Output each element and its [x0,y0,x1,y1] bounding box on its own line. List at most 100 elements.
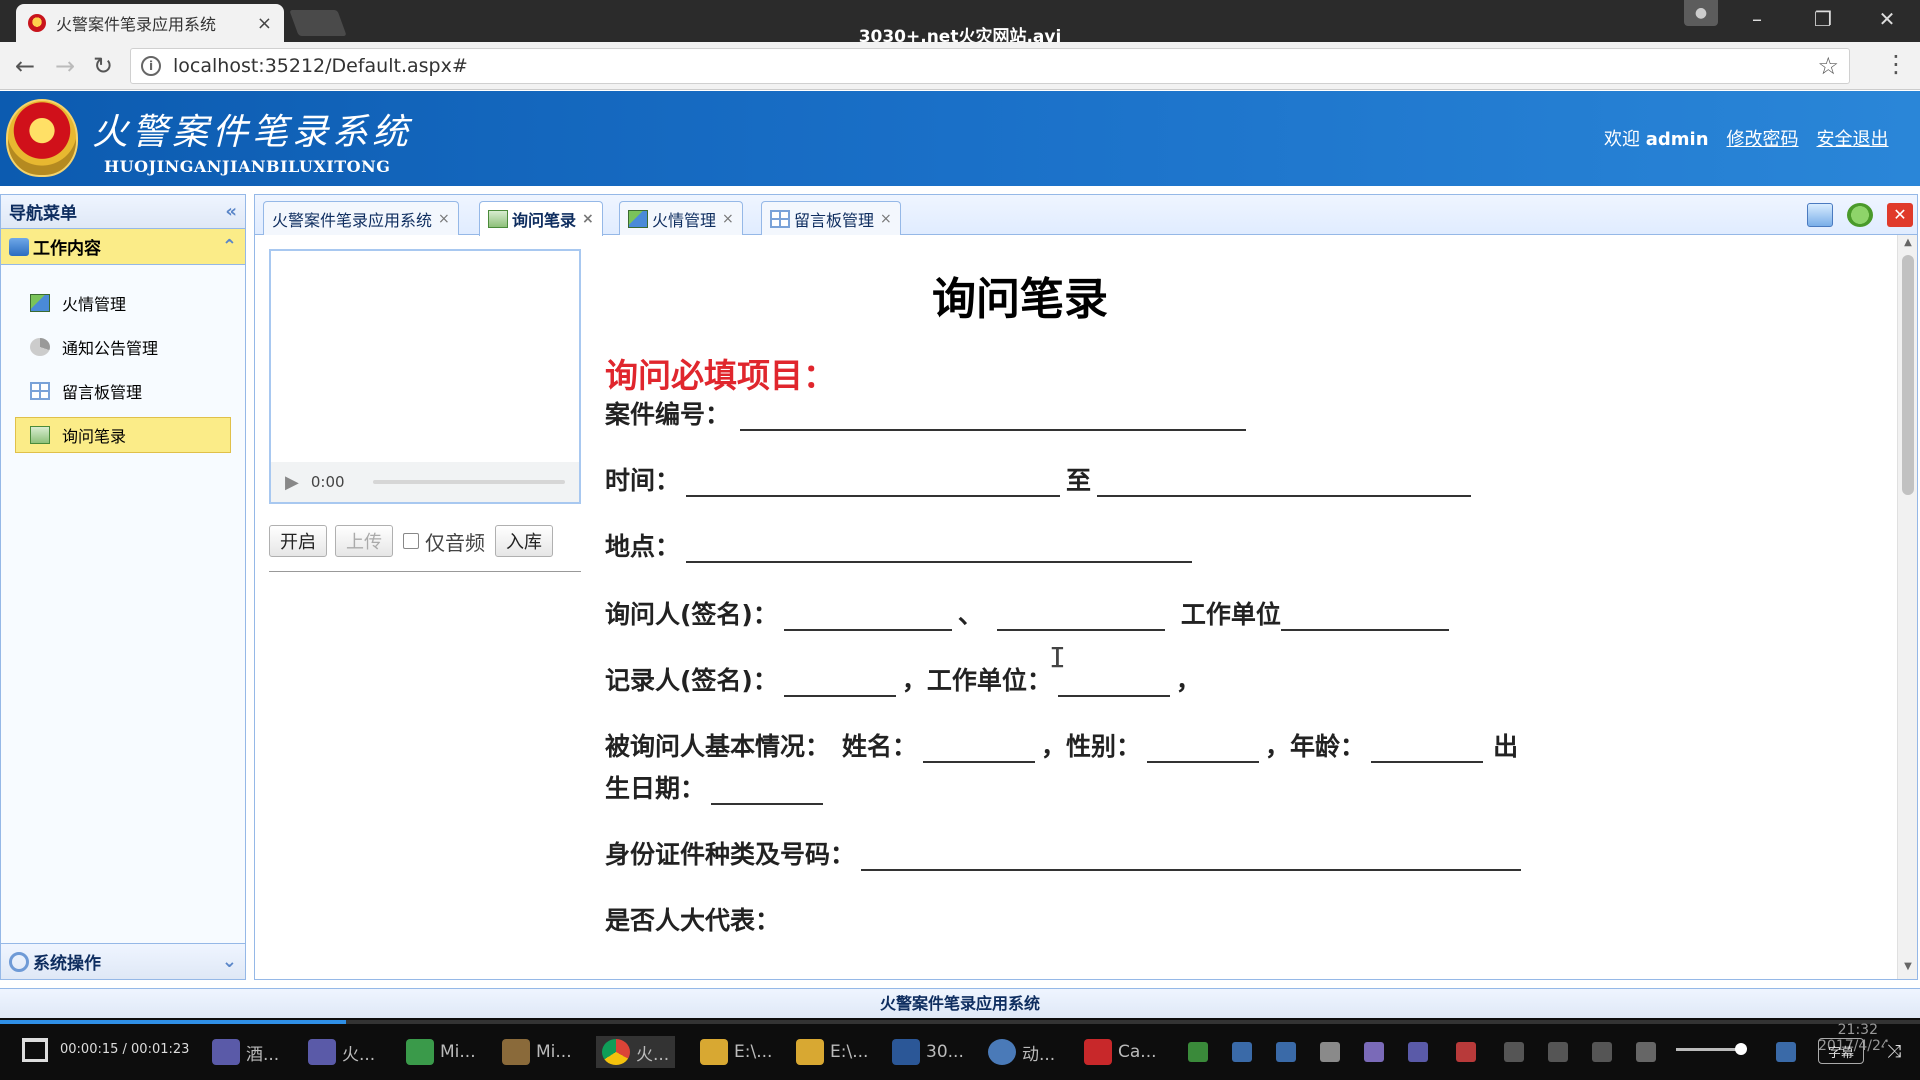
video-progress-bar[interactable] [0,1020,1920,1024]
notification-icon[interactable] [1636,1042,1656,1062]
close-icon[interactable]: × [722,211,734,227]
checkbox-box[interactable] [403,533,419,549]
tools-icon [502,1039,530,1065]
close-icon[interactable]: × [582,211,594,227]
double-down-chevron-icon[interactable]: ⌄ [222,951,237,972]
back-icon[interactable]: ← [8,50,42,82]
tray-app-icon[interactable] [1408,1042,1428,1062]
chrome-icon [602,1039,630,1065]
subtitle-button[interactable]: 字幕 [1818,1038,1864,1064]
name-field[interactable] [923,735,1036,763]
case-number-field[interactable] [740,403,1247,431]
volume-knob[interactable] [1735,1043,1747,1055]
audio-controls: ▶ 0:00 [271,462,579,502]
inquirer-1-field[interactable] [783,603,952,631]
store-button[interactable]: 入库 [495,525,553,557]
place-label: 地点： [605,532,681,561]
play-icon[interactable]: ▶ [285,472,299,493]
tab-fire[interactable]: 火情管理 × [619,201,743,235]
browser-menu-icon[interactable]: ⋮ [1884,50,1908,80]
tray-app-icon[interactable] [1276,1042,1296,1062]
time-start-field[interactable] [686,469,1061,497]
tab-home[interactable]: 火警案件笔录应用系统 × [263,201,459,235]
sidebar-item-notice[interactable]: 通知公告管理 [15,329,231,365]
sidebar-group-work[interactable]: 工作内容 ⌃ [1,229,245,265]
taskbar-item[interactable]: Ca... [1084,1036,1157,1068]
forward-icon[interactable]: → [48,50,82,82]
sidebar-group-system[interactable]: 系统操作 ⌄ [1,943,245,979]
sidebar-item-label: 通知公告管理 [62,339,159,358]
audio-only-checkbox[interactable]: 仅音频 [403,527,485,556]
taskbar-item-label: Mi... [440,1042,476,1062]
collapse-sidebar-icon[interactable]: « [225,201,237,222]
speaker-icon[interactable] [1592,1042,1612,1062]
windows-start-icon[interactable] [22,1038,48,1062]
time-to-label: 至 [1066,466,1092,495]
time-end-field[interactable] [1097,469,1472,497]
birth-date-field[interactable] [711,777,824,805]
recorder-unit-field[interactable] [1057,669,1170,697]
audio-time: 0:00 [310,473,345,491]
scroll-down-icon[interactable]: ▼ [1898,961,1918,977]
url-field[interactable]: i localhost:35212/Default.aspx# ☆ [130,48,1850,84]
age-field[interactable] [1371,735,1484,763]
audio-seek-bar[interactable] [372,480,565,484]
sidebar-group-label: 工作内容 [33,239,101,259]
scroll-up-icon[interactable]: ▲ [1898,237,1918,253]
taskbar-item[interactable]: 酒... [212,1036,279,1068]
name-label: 姓名： [842,732,918,761]
taskbar-item[interactable]: 30... [892,1036,964,1068]
sidebar-item-inquiry[interactable]: 询问笔录 [15,417,231,453]
close-icon[interactable]: × [880,211,892,227]
logout-link[interactable]: 安全退出 [1817,125,1889,151]
taskbar-item[interactable]: 动... [988,1036,1055,1068]
info-icon[interactable]: i [141,56,161,76]
tab-label: 留言板管理 [794,210,875,230]
taskbar-item[interactable]: 火... [308,1036,375,1068]
tray-app-icon[interactable] [1320,1042,1340,1062]
sidebar-item-board[interactable]: 留言板管理 [15,373,231,409]
scroll-thumb[interactable] [1902,255,1914,495]
tab-board[interactable]: 留言板管理 × [761,201,901,235]
close-all-tabs-icon[interactable]: ✕ [1887,203,1913,227]
tray-app-icon[interactable] [1188,1042,1208,1062]
bookmark-star-icon[interactable]: ☆ [1817,52,1839,80]
reload-icon[interactable]: ↻ [86,50,120,82]
inquirer-label: 询问人(签名)： [605,600,778,629]
taskbar-item-active[interactable]: 火... [596,1036,676,1068]
taskbar-item-label: E:\... [734,1042,773,1062]
taskbar-item[interactable]: Mi... [502,1036,572,1068]
text-cursor-icon: I [1049,641,1066,674]
id-card-field[interactable] [861,843,1522,871]
tray-app-icon[interactable] [1232,1042,1252,1062]
change-password-link[interactable]: 修改密码 [1727,125,1799,151]
wifi-icon[interactable] [1504,1042,1524,1062]
gender-label: ，性别： [1041,732,1142,761]
taskbar-item-label: 火... [636,1044,670,1065]
double-up-chevron-icon[interactable]: ⌃ [222,236,237,257]
tray-app-icon[interactable] [1364,1042,1384,1062]
refresh-tab-icon[interactable] [1847,203,1873,227]
tab-window-icon[interactable] [1807,203,1833,227]
tray-app-icon[interactable] [1776,1042,1796,1062]
vertical-scrollbar[interactable]: ▲ ▼ [1897,235,1917,979]
close-icon[interactable]: × [438,211,450,227]
tab-label: 询问笔录 [512,211,577,230]
camtasia-icon [1084,1039,1112,1065]
start-button[interactable]: 开启 [269,525,327,557]
sidebar-item-fire[interactable]: 火情管理 [15,285,231,321]
place-field[interactable] [686,535,1193,563]
taskbar-item[interactable]: Mi... [406,1036,476,1068]
gender-field[interactable] [1147,735,1260,763]
inquirer-2-field[interactable] [996,603,1165,631]
work-unit-field[interactable] [1280,603,1449,631]
upload-button[interactable]: 上传 [335,525,393,557]
tray-app-icon[interactable] [1456,1042,1476,1062]
taskbar-item[interactable]: E:\... [796,1036,868,1068]
recorder-field[interactable] [783,669,896,697]
folder-icon [796,1039,824,1065]
fullscreen-icon[interactable]: ⤨ [1884,1042,1904,1062]
taskbar-item[interactable]: E:\... [700,1036,772,1068]
battery-icon[interactable] [1548,1042,1568,1062]
tab-inquiry[interactable]: 询问笔录 × [479,201,603,236]
